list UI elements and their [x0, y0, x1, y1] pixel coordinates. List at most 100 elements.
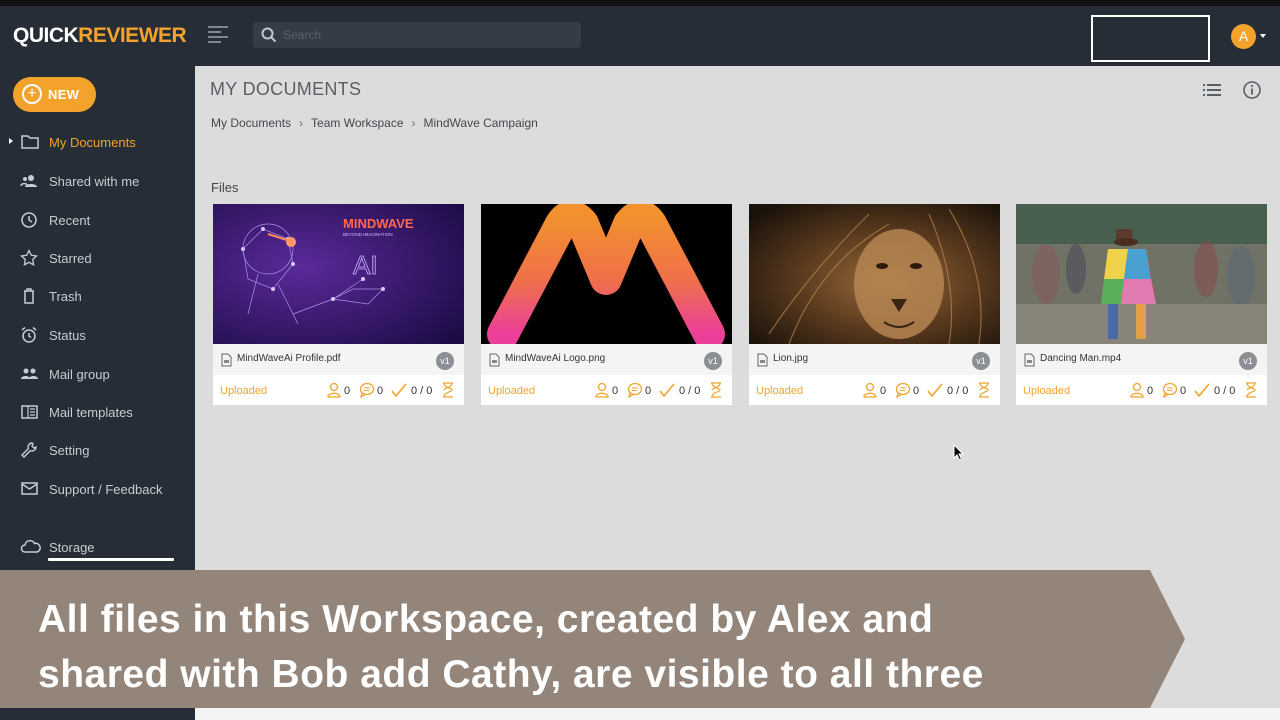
highlight-box	[1091, 15, 1210, 62]
search-box[interactable]	[253, 22, 581, 48]
version-badge[interactable]: v1	[436, 352, 454, 370]
approval-count: 0 / 0	[947, 385, 969, 397]
plus-icon: +	[22, 84, 42, 104]
new-button[interactable]: + NEW	[13, 77, 96, 112]
wrench-icon	[21, 442, 37, 458]
files-section-label: Files	[211, 180, 239, 195]
trash-icon	[24, 288, 34, 304]
image-file-icon	[489, 353, 500, 367]
file-stats-row: Uploaded 0 0 0 / 0	[1016, 375, 1267, 405]
file-thumbnail[interactable]	[1016, 204, 1267, 344]
mail-icon	[21, 482, 38, 495]
chevron-down-icon[interactable]	[1260, 34, 1266, 38]
app-logo[interactable]: QUICKREVIEWER	[13, 24, 187, 48]
comment-icon[interactable]	[627, 382, 643, 398]
version-badge[interactable]: v1	[1239, 352, 1257, 370]
file-name[interactable]: MindWaveAi Logo.png	[505, 353, 605, 364]
info-icon[interactable]	[1242, 80, 1262, 100]
group-icon	[21, 368, 38, 379]
check-icon[interactable]	[1194, 382, 1210, 398]
breadcrumb-item-mindwave-campaign[interactable]: MindWave Campaign	[424, 116, 538, 130]
sidebar-item-label: Setting	[49, 443, 90, 458]
sidebar-item-starred[interactable]: Starred	[0, 243, 195, 273]
hourglass-icon[interactable]	[442, 382, 454, 398]
comment-icon[interactable]	[895, 382, 911, 398]
status-badge: Uploaded	[1023, 385, 1071, 397]
sidebar-item-recent[interactable]: Recent	[0, 205, 195, 235]
comment-icon[interactable]	[359, 382, 375, 398]
file-card[interactable]: Lion.jpg v1 Uploaded 0 0 0 / 0	[749, 204, 1000, 405]
list-view-icon[interactable]	[1203, 83, 1221, 97]
approval-count: 0 / 0	[411, 385, 433, 397]
cloud-icon	[20, 539, 41, 553]
reviewer-count: 0	[880, 385, 887, 397]
sidebar-item-status[interactable]: Status	[0, 320, 195, 350]
file-name[interactable]: MindWaveAi Profile.pdf	[237, 353, 341, 364]
template-icon	[21, 405, 38, 419]
file-card[interactable]: Dancing Man.mp4 v1 Uploaded 0 0 0 / 0	[1016, 204, 1267, 405]
file-name[interactable]: Dancing Man.mp4	[1040, 353, 1121, 364]
file-name-row: Dancing Man.mp4 v1	[1016, 344, 1267, 375]
file-thumbnail[interactable]	[749, 204, 1000, 344]
sidebar-item-label: Storage	[49, 540, 95, 555]
sidebar-item-setting[interactable]: Setting	[0, 435, 195, 465]
reviewer-icon[interactable]	[595, 382, 609, 398]
caption-line-2: shared with Bob add Cathy, are visible t…	[38, 653, 984, 696]
caption-line-1: All files in this Workspace, created by …	[38, 598, 934, 641]
check-icon[interactable]	[659, 382, 675, 398]
file-stats-row: Uploaded 0 0 0 / 0	[213, 375, 464, 405]
file-name[interactable]: Lion.jpg	[773, 353, 808, 364]
sidebar-item-support[interactable]: Support / Feedback	[0, 474, 195, 504]
hamburger-menu-icon[interactable]	[208, 26, 228, 44]
file-stats-row: Uploaded 0 0 0 / 0	[749, 375, 1000, 405]
version-badge[interactable]: v1	[972, 352, 990, 370]
check-icon[interactable]	[927, 382, 943, 398]
sidebar-item-label: Shared with me	[49, 174, 140, 189]
breadcrumb-item-my-documents[interactable]: My Documents	[211, 116, 291, 130]
reviewer-icon[interactable]	[327, 382, 341, 398]
pdf-file-icon	[221, 353, 232, 367]
mouse-cursor-icon	[953, 444, 965, 461]
breadcrumb-item-team-workspace[interactable]: Team Workspace	[311, 116, 403, 130]
hourglass-icon[interactable]	[978, 382, 990, 398]
breadcrumb: My Documents › Team Workspace › MindWave Cam…	[211, 116, 538, 130]
reviewer-count: 0	[612, 385, 619, 397]
file-thumbnail[interactable]: MINDWAVE BEYOND IMAGINATION AI	[213, 204, 464, 344]
sidebar-item-my-documents[interactable]: My Documents	[0, 127, 195, 157]
check-icon[interactable]	[391, 382, 407, 398]
hourglass-icon[interactable]	[710, 382, 722, 398]
sidebar-item-label: Mail templates	[49, 405, 133, 420]
file-card[interactable]: MINDWAVE BEYOND IMAGINATION AI MindWaveA…	[213, 204, 464, 405]
storage-progress-bar	[48, 558, 174, 561]
version-badge[interactable]: v1	[704, 352, 722, 370]
sidebar-item-mail-templates[interactable]: Mail templates	[0, 397, 195, 427]
logo-text-reviewer: REVIEWER	[78, 24, 187, 47]
breadcrumb-separator: ›	[299, 116, 304, 130]
reviewer-icon[interactable]	[863, 382, 877, 398]
avatar[interactable]: A	[1231, 24, 1256, 49]
approval-count: 0 / 0	[679, 385, 701, 397]
users-icon	[20, 175, 37, 187]
reviewer-count: 0	[344, 385, 351, 397]
sidebar-item-mail-group[interactable]: Mail group	[0, 359, 195, 389]
sidebar-item-shared[interactable]: Shared with me	[0, 166, 195, 196]
file-thumbnail[interactable]	[481, 204, 732, 344]
sidebar-item-label: Trash	[49, 289, 82, 304]
bottom-strip-main	[195, 708, 1280, 720]
logo-text-quick: QUICK	[13, 24, 79, 47]
search-input[interactable]	[283, 26, 573, 44]
status-badge: Uploaded	[488, 385, 536, 397]
sidebar-item-trash[interactable]: Trash	[0, 281, 195, 311]
comment-icon[interactable]	[1162, 382, 1178, 398]
sidebar-item-label: Recent	[49, 213, 91, 228]
top-bar: QUICKREVIEWER A	[0, 6, 1280, 66]
reviewer-icon[interactable]	[1130, 382, 1144, 398]
comment-count: 0	[377, 385, 384, 397]
video-file-icon	[1024, 353, 1035, 367]
file-card[interactable]: MindWaveAi Logo.png v1 Uploaded 0 0 0 / …	[481, 204, 732, 405]
ai-text: AI	[353, 250, 378, 280]
star-icon	[20, 249, 38, 267]
hourglass-icon[interactable]	[1245, 382, 1257, 398]
file-stats-row: Uploaded 0 0 0 / 0	[481, 375, 732, 405]
folder-icon	[21, 135, 39, 149]
